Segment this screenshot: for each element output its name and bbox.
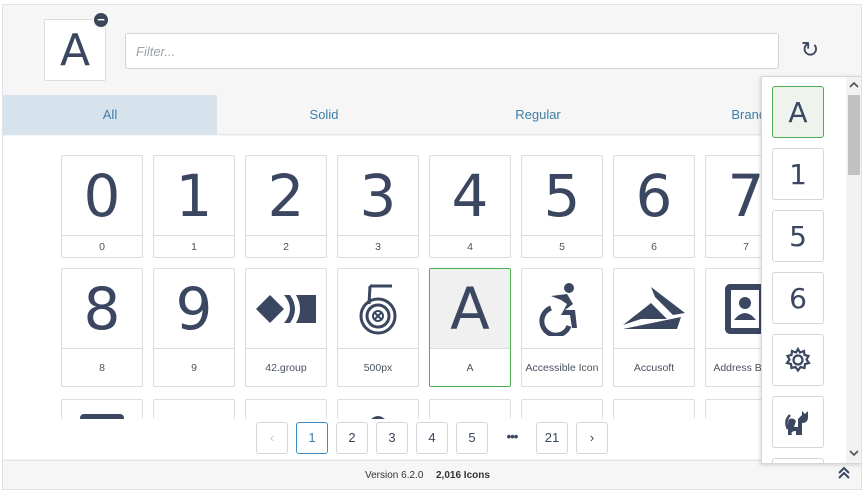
icon-cell-42-group[interactable]: 42.group xyxy=(245,268,327,387)
dropdown-item-partial[interactable] xyxy=(772,458,824,463)
pagination: ‹ 1 2 3 4 5 ••• 21 › xyxy=(3,422,861,454)
remove-icon-button[interactable]: − xyxy=(92,11,110,29)
icon-cell-partial[interactable] xyxy=(153,399,235,419)
icon-cell-6[interactable]: 6 6 xyxy=(613,155,695,258)
icon-grid: 0 0 1 1 2 2 3 3 4 4 5 5 6 6 7 7 8 8 9 9 … xyxy=(3,136,861,459)
icon-name: A xyxy=(466,361,474,374)
icon-name: 500px xyxy=(363,361,393,374)
tab-regular[interactable]: Regular xyxy=(431,95,645,135)
icon-count: 2,016 Icons xyxy=(436,470,490,481)
dropdown-item-a[interactable]: A xyxy=(772,86,824,138)
icon-name: 1 xyxy=(191,240,197,253)
digit-9-icon: 9 xyxy=(154,269,234,349)
collapse-up-icon[interactable] xyxy=(838,466,850,483)
page-button-2[interactable]: 2 xyxy=(336,422,368,454)
icon-cell-partial[interactable] xyxy=(429,399,511,419)
dropdown-item-6[interactable]: 6 xyxy=(772,272,824,324)
icon-cell-partial[interactable] xyxy=(337,399,419,419)
icon-cell-accusoft[interactable]: Accusoft xyxy=(613,268,695,387)
icon-name: 4 xyxy=(467,240,473,253)
prev-page-button[interactable]: ‹ xyxy=(256,422,288,454)
picker-header: A − ↻ xyxy=(3,5,861,95)
icon-cell-500px[interactable]: 500px xyxy=(337,268,419,387)
accessible-icon xyxy=(522,269,602,349)
letter-a-icon: A xyxy=(430,269,510,349)
42-group-icon xyxy=(246,269,326,349)
icon-name: Accusoft xyxy=(633,361,675,374)
icon-name: 0 xyxy=(99,240,105,253)
pagination-ellipsis: ••• xyxy=(506,429,519,444)
icon-cell-4[interactable]: 4 4 xyxy=(429,155,511,258)
icon-cell-1[interactable]: 1 1 xyxy=(153,155,235,258)
digit-2-icon: 2 xyxy=(246,156,326,236)
icon-cell-partial[interactable] xyxy=(61,399,143,419)
digit-8-icon: 8 xyxy=(62,269,142,349)
page-button-1[interactable]: 1 xyxy=(296,422,328,454)
cat-icon xyxy=(785,411,808,435)
icon-style-tabs: All Solid Regular Brands xyxy=(3,95,861,135)
digit-6-icon: 6 xyxy=(614,156,694,236)
icon-name: 2 xyxy=(283,240,289,253)
dropdown-item-5[interactable]: 5 xyxy=(772,210,824,262)
dropdown-item-1[interactable]: 1 xyxy=(772,148,824,200)
icon-cell-0[interactable]: 0 0 xyxy=(61,155,143,258)
scroll-down-arrow[interactable] xyxy=(846,447,861,461)
icon-name: Accessible Icon xyxy=(525,361,599,374)
icon-cell-partial[interactable] xyxy=(613,399,695,419)
digit-5-icon: 5 xyxy=(522,156,602,236)
icon-name: 5 xyxy=(559,240,565,253)
tab-all[interactable]: All xyxy=(3,95,217,135)
digit-1-icon: 1 xyxy=(154,156,234,236)
dropdown-item-gear[interactable] xyxy=(772,334,824,386)
scroll-up-arrow[interactable] xyxy=(846,79,861,93)
icon-name: 3 xyxy=(375,240,381,253)
next-page-button[interactable]: › xyxy=(576,422,608,454)
dropdown-scrollbar[interactable] xyxy=(846,77,861,463)
icon-cell-partial[interactable] xyxy=(245,399,327,419)
icon-cell-9[interactable]: 9 9 xyxy=(153,268,235,387)
icon-name: 9 xyxy=(191,361,197,374)
refresh-icon[interactable]: ↻ xyxy=(798,38,822,62)
scroll-thumb[interactable] xyxy=(848,95,860,175)
icon-cell-8[interactable]: 8 8 xyxy=(61,268,143,387)
digit-0-icon: 0 xyxy=(62,156,142,236)
icon-cell-3[interactable]: 3 3 xyxy=(337,155,419,258)
page-button-5[interactable]: 5 xyxy=(456,422,488,454)
icon-cell-5[interactable]: 5 5 xyxy=(521,155,603,258)
filter-input[interactable] xyxy=(125,33,779,69)
icon-cell-2[interactable]: 2 2 xyxy=(245,155,327,258)
dropdown-item-cat[interactable] xyxy=(772,396,824,448)
page-button-3[interactable]: 3 xyxy=(376,422,408,454)
gear-icon xyxy=(785,346,811,373)
icon-name: 6 xyxy=(651,240,657,253)
page-button-4[interactable]: 4 xyxy=(416,422,448,454)
tab-solid[interactable]: Solid xyxy=(217,95,431,135)
500px-icon xyxy=(338,269,418,349)
icon-picker-panel: A − ↻ All Solid Regular Brands 0 0 1 1 2… xyxy=(2,4,862,490)
page-button-21[interactable]: 21 xyxy=(536,422,568,454)
icon-cell-partial[interactable] xyxy=(521,399,603,419)
digit-4-icon: 4 xyxy=(430,156,510,236)
icon-cell-accessible[interactable]: Accessible Icon xyxy=(521,268,603,387)
accusoft-icon xyxy=(614,269,694,349)
icon-cell-a[interactable]: A A xyxy=(429,268,511,387)
icon-name: 8 xyxy=(99,361,105,374)
icon-name: 42.group xyxy=(265,361,307,374)
digit-3-icon: 3 xyxy=(338,156,418,236)
version-label: Version 6.2.0 xyxy=(365,470,424,481)
picker-footer: Version 6.2.0 2,016 Icons xyxy=(3,460,861,489)
icon-dropdown: A 1 5 6 xyxy=(761,76,861,464)
